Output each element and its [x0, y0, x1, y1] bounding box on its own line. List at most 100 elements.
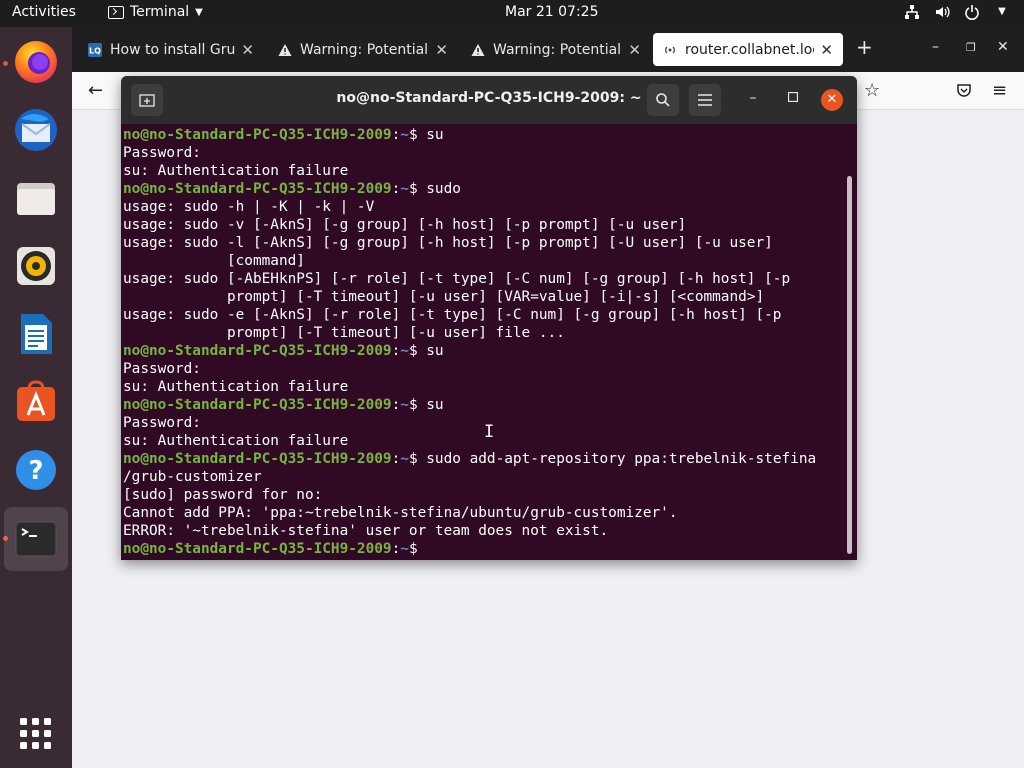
warning-icon [278, 43, 292, 56]
output-line: su: Authentication failure [123, 378, 843, 396]
prompt-separator: : [391, 451, 401, 467]
output-line: usage: sudo -h | -K | -k | -V [123, 198, 843, 216]
prompt-user-host: no@no-Standard-PC-Q35-ICH9-2009 [123, 181, 392, 197]
menu-icon[interactable]: ≡ [992, 80, 1007, 101]
software-store-icon [17, 380, 55, 421]
output-line: Cannot add PPA: 'ppa:~trebelnik-stefina/… [123, 504, 843, 522]
output-text: usage: sudo [-AbEHknPS] [-r role] [-t ty… [123, 271, 791, 287]
tab-bar: LQ How to install Grub C ✕ Warning: Pote… [72, 27, 1024, 72]
output-text: [sudo] password for no: [123, 487, 323, 503]
output-line: ERROR: '~trebelnik-stefina' user or team… [123, 522, 843, 540]
output-text: ERROR: '~trebelnik-stefina' user or team… [123, 523, 609, 539]
output-line: usage: sudo -l [-AknS] [-g group] [-h ho… [123, 234, 843, 252]
prompt-separator: : [391, 343, 401, 359]
prompt-line: no@no-Standard-PC-Q35-ICH9-2009:~$ su [123, 126, 843, 144]
output-text: usage: sudo -v [-AknS] [-g group] [-h ho… [123, 217, 687, 233]
prompt-line: no@no-Standard-PC-Q35-ICH9-2009:~$ su [123, 342, 843, 360]
command-text: su [426, 343, 444, 359]
maximize-button[interactable]: ❐ [966, 41, 976, 54]
output-text: su: Authentication failure [123, 433, 349, 449]
close-icon[interactable]: ✕ [628, 41, 641, 59]
search-icon [656, 93, 670, 107]
text-cursor-icon: I [484, 422, 495, 442]
close-icon[interactable]: ✕ [241, 41, 254, 59]
system-tray[interactable]: ▼ [904, 4, 1010, 20]
prompt-symbol: $ [408, 181, 427, 197]
search-button[interactable] [647, 84, 679, 116]
folder-icon [17, 183, 55, 215]
new-tab-button[interactable]: + [856, 35, 873, 59]
output-line: Password: [123, 144, 843, 162]
scrollbar[interactable] [847, 176, 852, 554]
command-text: su [426, 127, 444, 143]
close-window-button[interactable]: ✕ [997, 39, 1009, 55]
prompt-path: ~ [400, 127, 409, 143]
power-icon[interactable] [964, 4, 980, 20]
tab-warning-2[interactable]: Warning: Potential Se ✕ [461, 33, 651, 66]
output-text: Password: [123, 361, 201, 377]
output-line: prompt] [-T timeout] [-u user] [VAR=valu… [123, 288, 843, 306]
chevron-down-icon[interactable]: ▼ [994, 4, 1010, 20]
activities-button[interactable]: Activities [12, 4, 76, 20]
prompt-user-host: no@no-Standard-PC-Q35-ICH9-2009 [123, 343, 392, 359]
output-text: Password: [123, 415, 201, 431]
output-text: Cannot add PPA: 'ppa:~trebelnik-stefina/… [123, 505, 678, 521]
prompt-separator: : [391, 541, 401, 557]
prompt-path: ~ [400, 181, 409, 197]
app-menu[interactable]: Terminal ▼ [108, 4, 203, 20]
prompt-line: no@no-Standard-PC-Q35-ICH9-2009:~$ su [123, 396, 843, 414]
maximize-icon [787, 91, 799, 103]
volume-icon[interactable] [934, 4, 950, 20]
prompt-path: ~ [400, 397, 409, 413]
prompt-symbol: $ [408, 451, 427, 467]
dock-help[interactable]: ? [4, 438, 68, 502]
tab-label: How to install Grub C [110, 41, 236, 58]
back-arrow-icon[interactable]: ← [88, 80, 103, 101]
dock-software[interactable] [4, 370, 68, 434]
prompt-user-host: no@no-Standard-PC-Q35-ICH9-2009 [123, 451, 392, 467]
clock[interactable]: Mar 21 07:25 [505, 4, 598, 20]
close-icon[interactable]: ✕ [820, 41, 833, 59]
maximize-button[interactable] [783, 90, 803, 106]
dock-terminal[interactable] [4, 507, 68, 571]
tab-label: router.collabnet.loca [685, 41, 815, 58]
terminal-header-bar: no@no-Standard-PC-Q35-ICH9-2009: ~ – ✕ [121, 76, 857, 124]
close-button[interactable]: ✕ [821, 89, 843, 111]
help-icon: ? [16, 450, 56, 490]
terminal-output[interactable]: no@no-Standard-PC-Q35-ICH9-2009:~$ su Pas… [123, 126, 843, 558]
dock-firefox[interactable] [4, 30, 68, 94]
tab-grub-guide[interactable]: LQ How to install Grub C ✕ [78, 33, 264, 66]
prompt-separator: : [391, 127, 401, 143]
pocket-icon[interactable] [956, 82, 972, 102]
network-icon[interactable] [904, 4, 920, 20]
dock: ? [0, 27, 72, 768]
close-icon[interactable]: ✕ [435, 41, 448, 59]
command-text: sudo [426, 181, 461, 197]
output-text: prompt] [-T timeout] [-u user] file ... [123, 325, 565, 341]
svg-text:LQ: LQ [89, 46, 101, 55]
prompt-path: ~ [400, 451, 409, 467]
output-text: prompt] [-T timeout] [-u user] [VAR=valu… [123, 289, 765, 305]
prompt-symbol: $ [408, 397, 427, 413]
terminal-window[interactable]: no@no-Standard-PC-Q35-ICH9-2009: ~ – ✕ n… [121, 76, 857, 560]
dock-files[interactable] [4, 166, 68, 230]
minimize-button[interactable]: – [743, 90, 763, 106]
output-text: usage: sudo -h | -K | -k | -V [123, 199, 375, 215]
tab-warning-1[interactable]: Warning: Potential Se ✕ [268, 33, 458, 66]
command-text: sudo add-apt-repository ppa:trebelnik-st… [426, 451, 817, 467]
terminal-icon [15, 521, 57, 557]
bookmark-star-icon[interactable]: ☆ [864, 80, 880, 101]
prompt-symbol: $ [408, 343, 427, 359]
dock-writer[interactable] [4, 302, 68, 366]
dock-rhythmbox[interactable] [4, 234, 68, 298]
tab-router[interactable]: router.collabnet.loca ✕ [653, 33, 843, 66]
hamburger-menu-button[interactable] [689, 84, 721, 116]
app-menu-label: Terminal [130, 4, 190, 20]
prompt-line: no@no-Standard-PC-Q35-ICH9-2009:~$ [123, 540, 843, 558]
output-text: usage: sudo -l [-AknS] [-g group] [-h ho… [123, 235, 773, 251]
dock-thunderbird[interactable] [4, 98, 68, 162]
prompt-user-host: no@no-Standard-PC-Q35-ICH9-2009 [123, 541, 392, 557]
minimize-button[interactable]: – [932, 39, 939, 55]
output-text: su: Authentication failure [123, 163, 349, 179]
show-applications-button[interactable] [4, 702, 68, 766]
